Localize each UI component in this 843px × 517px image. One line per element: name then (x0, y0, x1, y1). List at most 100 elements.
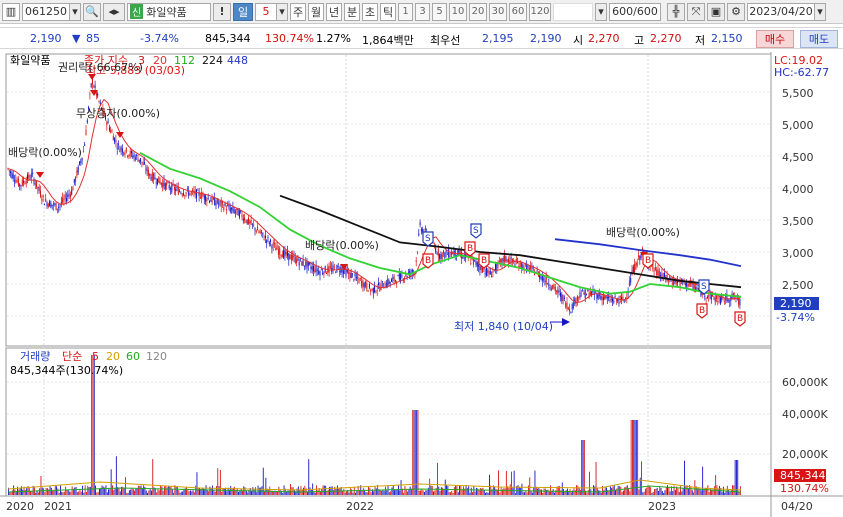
candle-body (314, 269, 316, 272)
buy-button[interactable]: 매수 (756, 30, 794, 48)
period-second-tab[interactable]: 초 (362, 2, 378, 21)
volume-bar (691, 490, 693, 495)
volume-bar (476, 487, 477, 495)
interval-1[interactable]: 1 (398, 2, 413, 21)
volume-bar (725, 490, 727, 495)
interval-120[interactable]: 120 (529, 2, 551, 21)
candle-body (25, 180, 27, 184)
volume-bar (240, 488, 242, 495)
volume-bar (521, 483, 523, 495)
volume-bar (420, 490, 421, 495)
interval-3[interactable]: 3 (415, 2, 430, 21)
volume-bar (106, 492, 108, 495)
candle-body (540, 277, 542, 279)
x-label-2021: 2021 (44, 500, 72, 513)
chart-menu-icon[interactable]: ▥ (2, 2, 20, 21)
volume-bar (416, 410, 418, 495)
period-week-tab[interactable]: 주 (290, 2, 306, 21)
count-dropdown-icon[interactable]: ▾ (595, 2, 607, 21)
candle-body (636, 262, 638, 266)
volume-bar (140, 485, 142, 495)
rights-annotation: 권리락(-66.67%) (58, 61, 143, 74)
interval-5[interactable]: 5 (432, 2, 447, 21)
sell-button[interactable]: 매도 (800, 30, 838, 48)
price-tick: 3,500 (782, 215, 814, 228)
candle-body (320, 269, 322, 271)
volume-bar (660, 487, 662, 495)
candle-body (248, 217, 249, 224)
alert-button[interactable]: ! (213, 2, 231, 21)
code-dropdown-icon[interactable]: ▾ (69, 2, 81, 21)
candle-body (90, 83, 92, 88)
candle-body (482, 268, 483, 273)
candle-body (287, 251, 288, 257)
chart-type-icon[interactable]: ╬ (667, 2, 685, 21)
candle-body (263, 238, 265, 240)
volume-bar (115, 456, 117, 495)
volume-bar (624, 487, 626, 495)
data-count-field[interactable]: 600/600 (609, 2, 661, 21)
volume-bar (349, 488, 351, 495)
candle-body (144, 162, 145, 164)
candle-body (285, 251, 287, 255)
volume-bar (343, 488, 345, 495)
volume-bar (685, 485, 687, 495)
candle-body (675, 280, 677, 285)
volume-bar (654, 489, 655, 495)
period-value-input[interactable]: 5 (255, 2, 277, 21)
period-month-tab[interactable]: 월 (308, 2, 324, 21)
speaker-icon[interactable]: ◂▸ (103, 2, 125, 21)
volume-bar (292, 487, 294, 495)
volume-bar (407, 491, 408, 495)
candle-body (146, 167, 148, 172)
stock-name-field[interactable]: 신 화일약품 (127, 2, 211, 21)
indicator-icon[interactable]: ⤧ (687, 2, 705, 21)
price-tick: 3,000 (782, 247, 814, 260)
ma-448-label: 448 (227, 54, 248, 67)
candle-body (147, 169, 149, 176)
volume-bar (684, 460, 685, 495)
candle-body (280, 254, 282, 257)
candle-body (186, 188, 188, 190)
candle-body (216, 198, 218, 204)
interval-30[interactable]: 30 (489, 2, 507, 21)
volume-bar (131, 487, 133, 495)
interval-60[interactable]: 60 (509, 2, 527, 21)
price-legend-name: 화일약품 (10, 53, 50, 67)
stock-code-input[interactable]: 061250 (22, 2, 70, 21)
candle-body (218, 203, 220, 205)
candle-body (163, 180, 165, 186)
candle-body (687, 284, 689, 287)
candle-body (505, 256, 507, 261)
candle-body (560, 292, 561, 297)
volume-bar (603, 490, 605, 495)
volume-bar (177, 487, 178, 495)
date-dropdown-icon[interactable]: ▾ (814, 2, 826, 21)
interval-20[interactable]: 20 (469, 2, 487, 21)
x-axis: 2020 2021 2022 2023 04/20 (6, 500, 813, 513)
period-tick-tab[interactable]: 틱 (380, 2, 396, 21)
interval-10[interactable]: 10 (449, 2, 467, 21)
volume-bar (596, 487, 598, 495)
volume-bar (145, 490, 147, 495)
candle-body (159, 181, 161, 185)
candle-body (118, 143, 119, 145)
volume-bar (563, 489, 564, 495)
date-field[interactable]: 2023/04/20 (747, 2, 815, 21)
chart-area[interactable]: SSSBBB BBB 화일약품 종가 지수 3 20 112 224 448 LC… (0, 52, 843, 517)
period-minute-tab[interactable]: 분 (344, 2, 360, 21)
candle-body (498, 260, 500, 262)
candle-body (602, 296, 604, 300)
period-day-tab[interactable]: 일 (233, 2, 253, 21)
volume-bar (586, 492, 588, 495)
candle-body (346, 269, 348, 273)
settings-icon[interactable]: ⚙ (727, 2, 745, 21)
volume-bar (461, 489, 463, 495)
candle-body (657, 268, 659, 277)
candle-body (365, 281, 366, 287)
volume-bar (348, 492, 350, 495)
save-icon[interactable]: ▣ (707, 2, 725, 21)
period-year-tab[interactable]: 년 (326, 2, 342, 21)
search-icon[interactable]: 🔍 (83, 2, 101, 21)
period-dropdown-icon[interactable]: ▾ (276, 2, 288, 21)
